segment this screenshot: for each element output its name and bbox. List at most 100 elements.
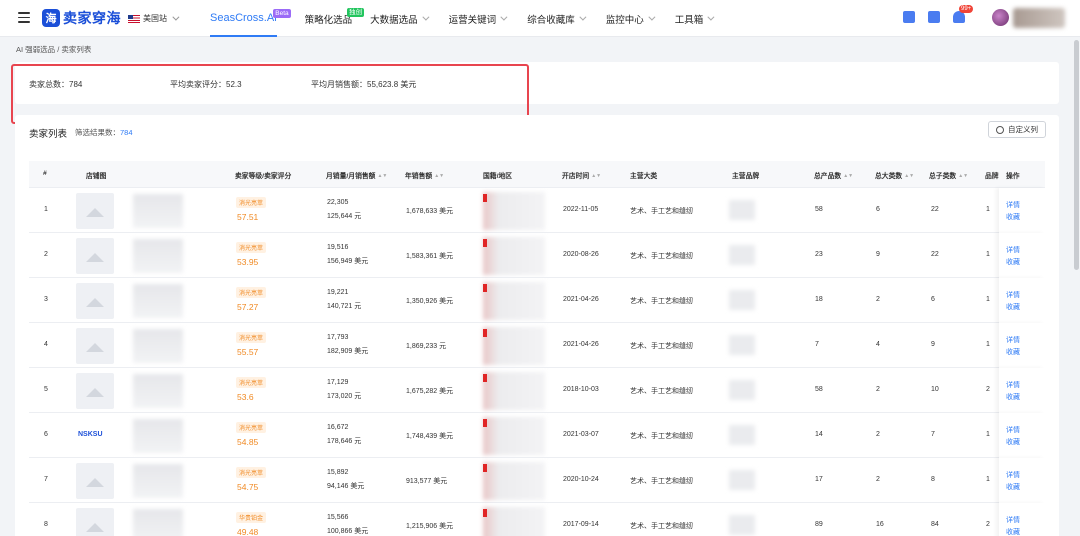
th-open-date[interactable]: 开店时间 ▲▼: [562, 170, 601, 180]
open-date: 2021-03-07: [563, 431, 599, 438]
detail-link[interactable]: 详情: [1006, 335, 1020, 345]
logo[interactable]: 海 卖家穿海: [42, 8, 121, 28]
monthly-sales: 22,305: [327, 199, 349, 206]
favorite-link[interactable]: 收藏: [1006, 527, 1020, 536]
total-categories: 2: [876, 386, 880, 393]
detail-link[interactable]: 详情: [1006, 470, 1020, 480]
chevron-down-icon: [707, 13, 715, 21]
table-row[interactable]: 5 消光亮萃 53.6 17,129 173,020 元 1,675,282 美元 2018…: [29, 368, 1045, 413]
nav-item-favorites[interactable]: 综合收藏库: [527, 0, 587, 37]
store-name-blurred[interactable]: [133, 284, 183, 318]
row-actions: 详情 收藏: [999, 368, 1045, 413]
image-placeholder-icon[interactable]: [76, 508, 114, 536]
avatar[interactable]: [992, 9, 1009, 26]
th-total-products[interactable]: 总产品数 ▲▼: [814, 170, 854, 180]
main-category: 艺术、手工艺和缝纫: [630, 478, 693, 485]
annual-revenue: 1,350,926 美元: [406, 298, 454, 305]
th-label: 月销量/月销售额: [326, 173, 376, 180]
favorite-link[interactable]: 收藏: [1006, 437, 1020, 447]
th-total-categories[interactable]: 总大类数 ▲▼: [875, 170, 914, 180]
monthly-revenue: 125,644 元: [327, 213, 362, 220]
nav-item-tools[interactable]: 工具箱: [675, 0, 715, 37]
favorite-link[interactable]: 收藏: [1006, 257, 1020, 267]
store-name-blurred[interactable]: [133, 329, 183, 363]
nav-item-bigdata[interactable]: 大数据选品: [370, 0, 430, 37]
detail-link[interactable]: 详情: [1006, 425, 1020, 435]
image-placeholder-icon[interactable]: [76, 373, 114, 409]
table-row[interactable]: 8 华贵铂金 49.48 15,566 100,866 美元 1,215,906 美元 20…: [29, 503, 1045, 536]
detail-link[interactable]: 详情: [1006, 200, 1020, 210]
table-row[interactable]: 4 消光亮萃 55.57 17,793 182,909 美元 1,869,233 元 202…: [29, 323, 1045, 368]
edit-icon[interactable]: [903, 11, 915, 23]
monthly-sales: 19,221: [327, 289, 349, 296]
table-row[interactable]: 6 NSKSU 消光亮萃 54.85 16,672 178,646 元 1,748,439 …: [29, 413, 1045, 458]
store-name-blurred[interactable]: [133, 464, 183, 498]
open-date: 2020-08-26: [563, 251, 599, 258]
username-blurred[interactable]: [1013, 8, 1065, 28]
th-monthly-sales[interactable]: 月销量/月销售额 ▲▼: [326, 170, 388, 180]
flag-icon: [483, 284, 487, 292]
brand-count: 2: [986, 386, 990, 393]
nav-item-keywords[interactable]: 运营关键词: [449, 0, 508, 37]
store-name-blurred[interactable]: [133, 419, 183, 453]
sort-icon: ▲▼: [843, 173, 854, 180]
site-selector[interactable]: 美国站: [128, 13, 180, 24]
nav-item-monitor[interactable]: 监控中心: [606, 0, 656, 37]
store-name-blurred[interactable]: [133, 194, 183, 228]
monthly-sales: 15,892: [327, 469, 349, 476]
open-date: 2017-09-14: [563, 521, 599, 528]
favorite-link[interactable]: 收藏: [1006, 392, 1020, 402]
favorite-link[interactable]: 收藏: [1006, 482, 1020, 492]
flag-icon: [483, 194, 487, 202]
seller-score: 55.57: [237, 347, 259, 357]
th-seller-grade[interactable]: 卖家等级/卖家评分: [235, 170, 291, 180]
table-row[interactable]: 3 消光亮萃 57.27 19,221 140,721 元 1,350,926 美元 202…: [29, 278, 1045, 323]
book-icon[interactable]: [928, 11, 940, 23]
total-products: 23: [815, 251, 823, 258]
bell-icon[interactable]: 99+: [953, 5, 974, 23]
main-category: 艺术、手工艺和缝纫: [630, 253, 693, 260]
nav-item-strategy[interactable]: 策略化选品 独创: [305, 0, 365, 37]
flag-icon: [483, 509, 487, 517]
main-brand-blurred: [729, 470, 755, 490]
chevron-down-icon: [500, 13, 508, 21]
page-scrollbar[interactable]: [1074, 40, 1079, 270]
main-brand-blurred: [729, 335, 755, 355]
sort-icon: ▲▼: [377, 173, 388, 180]
menu-icon[interactable]: [18, 12, 30, 23]
store-name-blurred[interactable]: [133, 374, 183, 408]
th-label: 总产品数: [814, 173, 842, 180]
th-total-subcategories[interactable]: 总子类数 ▲▼: [929, 170, 968, 180]
image-placeholder-icon[interactable]: [76, 283, 114, 319]
favorite-link[interactable]: 收藏: [1006, 302, 1020, 312]
table-row[interactable]: 2 消光亮萃 53.95 19,516 156,949 美元 1,583,361 美元 20…: [29, 233, 1045, 278]
flag-icon: [483, 419, 487, 427]
favorite-link[interactable]: 收藏: [1006, 212, 1020, 222]
nav-item-label: 综合收藏库: [527, 14, 575, 26]
store-logo[interactable]: NSKSU: [78, 431, 103, 438]
image-placeholder-icon[interactable]: [76, 193, 114, 229]
detail-link[interactable]: 详情: [1006, 290, 1020, 300]
detail-link[interactable]: 详情: [1006, 380, 1020, 390]
main-brand-blurred: [729, 200, 755, 220]
detail-link[interactable]: 详情: [1006, 245, 1020, 255]
chevron-down-icon: [579, 13, 587, 21]
custom-columns-button[interactable]: 自定义列: [988, 121, 1046, 138]
brand-count: 1: [986, 296, 990, 303]
image-placeholder-icon[interactable]: [76, 328, 114, 364]
image-placeholder-icon[interactable]: [76, 238, 114, 274]
detail-link[interactable]: 详情: [1006, 515, 1020, 525]
store-name-blurred[interactable]: [133, 509, 183, 536]
image-placeholder-icon[interactable]: [76, 463, 114, 499]
th-annual-sales[interactable]: 年销售额 ▲▼: [405, 170, 444, 180]
annual-revenue: 1,678,633 美元: [406, 208, 454, 215]
table-row[interactable]: 7 消光亮萃 54.75 15,892 94,146 美元 913,577 美元 2020-…: [29, 458, 1045, 503]
seller-grade-badge: 消光亮萃: [236, 332, 267, 343]
favorite-link[interactable]: 收藏: [1006, 347, 1020, 357]
nav-item-seascross[interactable]: SeasCross.Ai Beta: [210, 0, 291, 37]
table-row[interactable]: 1 消光亮萃 57.51 22,305 125,644 元 1,678,633 美元 202…: [29, 188, 1045, 233]
store-name-blurred[interactable]: [133, 239, 183, 273]
brand-count: 2: [986, 521, 990, 528]
seller-score: 54.75: [237, 482, 259, 492]
seller-grade-badge: 消光亮萃: [236, 242, 267, 253]
